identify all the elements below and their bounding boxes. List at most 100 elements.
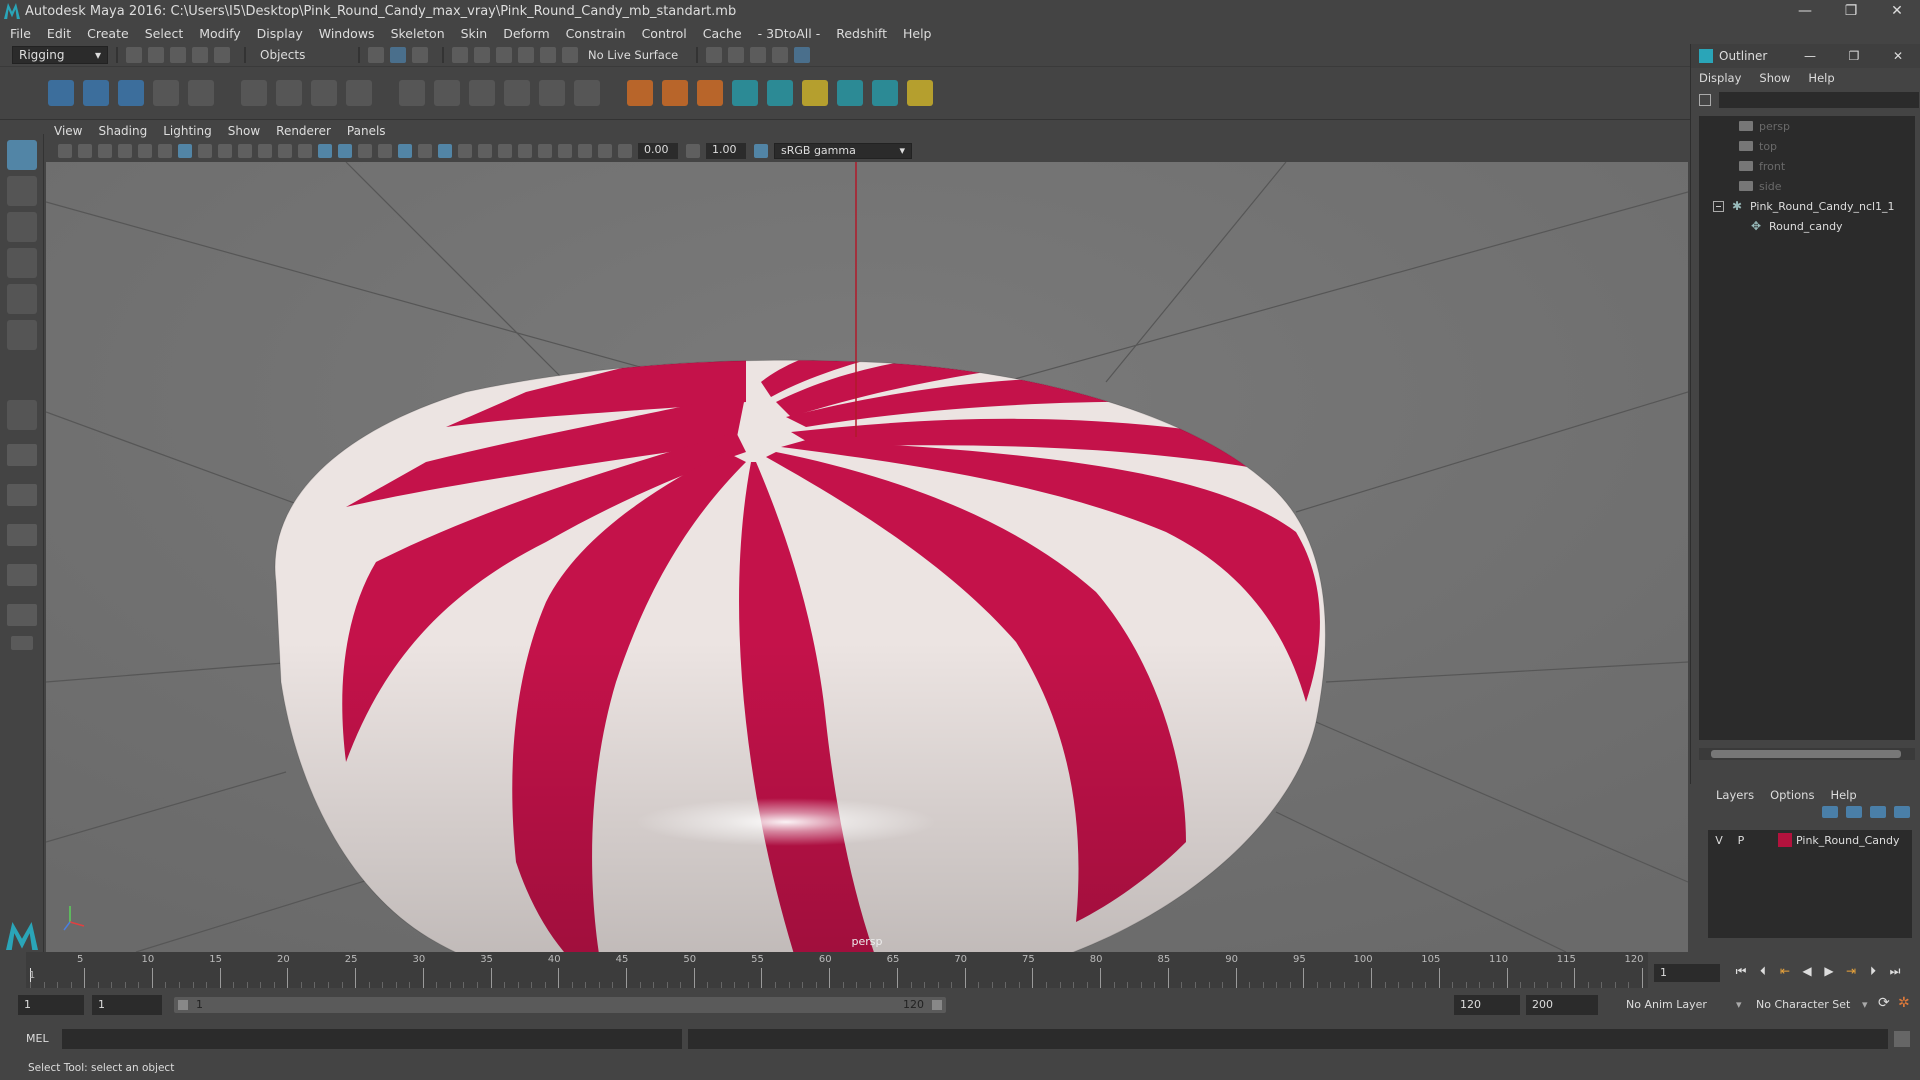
list-item[interactable]: side: [1699, 176, 1915, 196]
outliner-menu-display[interactable]: Display: [1699, 71, 1741, 85]
animation-end-field[interactable]: 200: [1526, 995, 1598, 1015]
undo-icon[interactable]: [192, 47, 208, 63]
move-tool-icon[interactable]: [7, 248, 37, 278]
wireframe-icon[interactable]: [318, 144, 332, 158]
layer-menu-options[interactable]: Options: [1770, 788, 1814, 802]
joint-tool-icon[interactable]: [48, 80, 74, 106]
minimize-button[interactable]: —: [1782, 3, 1828, 19]
camera-attributes-icon[interactable]: [78, 144, 92, 158]
cluster-icon[interactable]: [276, 80, 302, 106]
snap-grid-icon[interactable]: [452, 47, 468, 63]
script-language-label[interactable]: MEL: [26, 1032, 49, 1045]
view-transform-dropdown[interactable]: sRGB gamma ▾: [774, 143, 912, 159]
save-scene-icon[interactable]: [170, 47, 186, 63]
animation-preferences-icon[interactable]: ✲: [1898, 995, 1910, 1011]
chevron-down-icon[interactable]: ▾: [1736, 998, 1742, 1011]
redo-icon[interactable]: [214, 47, 230, 63]
toolbox-collapse-icon[interactable]: [11, 636, 33, 650]
range-slider[interactable]: 1 120: [174, 997, 946, 1013]
default-material-icon[interactable]: [358, 144, 372, 158]
open-scene-icon[interactable]: [148, 47, 164, 63]
outliner-menu-show[interactable]: Show: [1759, 71, 1790, 85]
step-back-frame-icon[interactable]: ⏴: [1752, 964, 1774, 979]
menu-constrain[interactable]: Constrain: [566, 26, 626, 41]
persp-hypershade-layout-icon[interactable]: [7, 604, 37, 626]
render-frame-icon[interactable]: [750, 47, 767, 63]
snap-point-icon[interactable]: [496, 47, 512, 63]
script-editor-icon[interactable]: [1894, 1031, 1910, 1047]
ik-handle-icon[interactable]: [83, 80, 109, 106]
step-back-key-icon[interactable]: ⇤: [1774, 964, 1796, 979]
exposure-field[interactable]: 0.00: [638, 143, 678, 159]
xray-icon[interactable]: [558, 144, 572, 158]
menu-edit[interactable]: Edit: [47, 26, 71, 41]
layer-playback-toggle[interactable]: P: [1730, 834, 1752, 847]
perspective-viewport[interactable]: persp: [46, 162, 1688, 952]
render-view-icon[interactable]: [728, 47, 745, 63]
menu-cache[interactable]: Cache: [703, 26, 742, 41]
go-to-start-icon[interactable]: ⏮: [1730, 964, 1752, 979]
xray-joints-icon[interactable]: [578, 144, 592, 158]
menu-deform[interactable]: Deform: [503, 26, 549, 41]
menu-redshift[interactable]: Redshift: [836, 26, 887, 41]
detach-skin-icon[interactable]: [434, 80, 460, 106]
auto-key-icon[interactable]: ⟳: [1878, 995, 1890, 1011]
anti-aliasing-icon[interactable]: [498, 144, 512, 158]
collapse-toggle-icon[interactable]: [1713, 200, 1724, 212]
render-settings-icon[interactable]: [706, 47, 723, 63]
list-item[interactable]: top: [1699, 136, 1915, 156]
side-by-side-layout-icon[interactable]: [7, 484, 37, 506]
list-item[interactable]: ✥ Round_candy: [1699, 216, 1915, 236]
grid-icon[interactable]: [178, 144, 192, 158]
panel-menu-shading[interactable]: Shading: [98, 124, 147, 138]
menu-skeleton[interactable]: Skeleton: [391, 26, 445, 41]
use-lights-icon[interactable]: [418, 144, 432, 158]
snap-surface-icon[interactable]: [540, 47, 556, 63]
menu-control[interactable]: Control: [642, 26, 687, 41]
list-item[interactable]: persp: [1699, 116, 1915, 136]
character-set-dropdown[interactable]: No Character Set: [1756, 998, 1850, 1011]
go-to-end-icon[interactable]: ⏭: [1884, 964, 1906, 979]
select-object-icon[interactable]: [390, 47, 406, 63]
color-management-icon[interactable]: [754, 144, 768, 158]
step-forward-frame-icon[interactable]: ⏵: [1862, 964, 1884, 979]
quick-rig-icon[interactable]: [837, 80, 863, 106]
grease-pencil-icon[interactable]: [158, 144, 172, 158]
panel-menu-lighting[interactable]: Lighting: [163, 124, 212, 138]
scrollbar-thumb[interactable]: [1711, 750, 1901, 758]
resolution-gate-icon[interactable]: [218, 144, 232, 158]
step-forward-key-icon[interactable]: ⇥: [1840, 964, 1862, 979]
menu-select[interactable]: Select: [145, 26, 184, 41]
orient-joint-icon[interactable]: [188, 80, 214, 106]
wireframe-on-shaded-icon[interactable]: [378, 144, 392, 158]
add-influence-icon[interactable]: [574, 80, 600, 106]
safe-action-icon[interactable]: [278, 144, 292, 158]
bind-skin-icon[interactable]: [399, 80, 425, 106]
mirror-joint-icon[interactable]: [153, 80, 179, 106]
selection-mode-dropdown[interactable]: Objects: [254, 46, 350, 64]
orient-constraint-icon[interactable]: [697, 80, 723, 106]
menu-file[interactable]: File: [10, 26, 31, 41]
scale-tool-icon[interactable]: [7, 320, 37, 350]
layer-menu-layers[interactable]: Layers: [1716, 788, 1754, 802]
playback-end-field[interactable]: 120: [1454, 995, 1520, 1015]
list-item[interactable]: ✱ Pink_Round_Candy_ncl1_1: [1699, 196, 1915, 216]
persp-graph-layout-icon[interactable]: [7, 524, 37, 546]
menu-skin[interactable]: Skin: [461, 26, 488, 41]
set-key-icon[interactable]: [802, 80, 828, 106]
image-plane-icon[interactable]: [118, 144, 132, 158]
animation-start-field[interactable]: 1: [18, 995, 84, 1015]
panel-menu-show[interactable]: Show: [228, 124, 260, 138]
menu-display[interactable]: Display: [257, 26, 303, 41]
playback-start-field[interactable]: 1: [92, 995, 162, 1015]
snap-curve-icon[interactable]: [474, 47, 490, 63]
menu-3dtoall[interactable]: - 3DtoAll -: [758, 26, 821, 41]
panel-menu-panels[interactable]: Panels: [347, 124, 386, 138]
outliner-restore-button[interactable]: ❐: [1832, 49, 1876, 63]
play-forwards-icon[interactable]: ▶: [1818, 964, 1840, 979]
copy-weights-icon[interactable]: [539, 80, 565, 106]
close-button[interactable]: ✕: [1874, 3, 1920, 19]
hik-control-icon[interactable]: [767, 80, 793, 106]
single-perspective-layout-icon[interactable]: [7, 400, 37, 430]
layer-row[interactable]: V P Pink_Round_Candy: [1708, 830, 1912, 850]
